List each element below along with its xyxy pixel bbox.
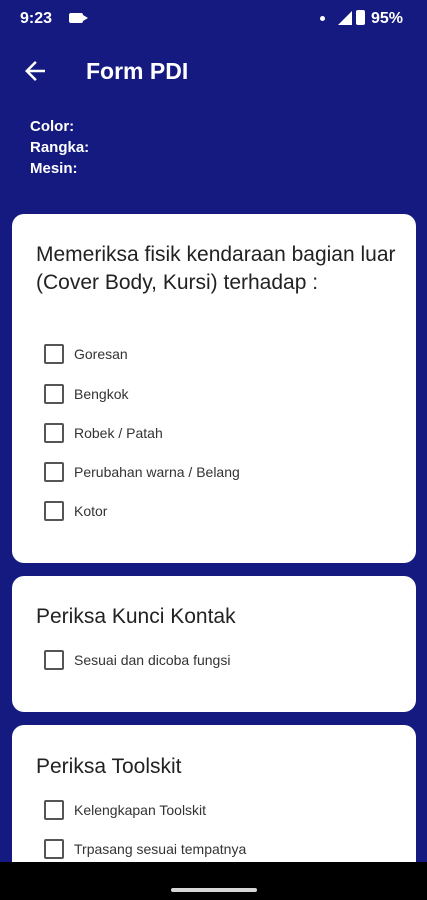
rangka-label: Rangka:: [30, 139, 90, 156]
checkbox-row[interactable]: Robek / Patah: [44, 421, 163, 445]
checkbox-label: Perubahan warna / Belang: [74, 464, 240, 480]
checkbox[interactable]: [44, 384, 64, 404]
battery-icon: [356, 10, 365, 25]
section-card-toolkit: Periksa Toolskit Kelengkapan Toolskit Tr…: [12, 725, 416, 862]
checkbox[interactable]: [44, 344, 64, 364]
checkbox-label: Robek / Patah: [74, 425, 163, 441]
checkbox-label: Sesuai dan dicoba fungsi: [74, 652, 231, 668]
video-camera-icon: [69, 13, 88, 23]
app-bar: Form PDI: [0, 38, 427, 106]
checkbox-row[interactable]: Bengkok: [44, 382, 128, 406]
section-title: Periksa Kunci Kontak: [36, 605, 236, 628]
checkbox-label: Kotor: [74, 503, 108, 519]
color-label: Color:: [30, 118, 75, 135]
checkbox-row[interactable]: Perubahan warna / Belang: [44, 460, 240, 484]
checkbox[interactable]: [44, 501, 64, 521]
arrow-left-icon: [25, 61, 45, 81]
checkbox-label: Goresan: [74, 346, 128, 362]
checkbox-label: Trpasang sesuai tempatnya: [74, 841, 247, 857]
checkbox[interactable]: [44, 800, 64, 820]
checkbox[interactable]: [44, 839, 64, 859]
section-title: Periksa Toolskit: [36, 755, 182, 778]
checkbox-label: Bengkok: [74, 386, 129, 402]
cellular-signal-icon: [338, 11, 352, 25]
page-title: Form PDI: [86, 58, 189, 84]
back-button[interactable]: [20, 56, 50, 86]
section-card-ignition-key: Periksa Kunci Kontak Sesuai dan dicoba f…: [12, 576, 416, 712]
checkbox-row[interactable]: Sesuai dan dicoba fungsi: [44, 648, 230, 672]
checkbox[interactable]: [44, 650, 64, 670]
battery-percent: 95%: [371, 10, 404, 27]
checkbox-row[interactable]: Kotor: [44, 499, 107, 523]
home-gesture-handle[interactable]: [171, 888, 257, 892]
checkbox-row[interactable]: Trpasang sesuai tempatnya: [44, 837, 246, 861]
status-time: 9:23: [20, 10, 53, 27]
vehicle-info: Color: Rangka: Mesin:: [30, 116, 89, 179]
checkbox-label: Kelengkapan Toolskit: [74, 802, 207, 818]
checkbox-row[interactable]: Kelengkapan Toolskit: [44, 798, 206, 822]
section-card-exterior: Memeriksa fisik kendaraan bagian luar (C…: [12, 214, 416, 563]
section-title: Memeriksa fisik kendaraan bagian luar (C…: [36, 243, 396, 294]
status-bar: 9:23 95%: [0, 0, 427, 38]
checkbox[interactable]: [44, 423, 64, 443]
mesin-label: Mesin:: [30, 160, 78, 177]
system-nav-bar: [0, 862, 427, 900]
checkbox-row[interactable]: Goresan: [44, 342, 128, 366]
notification-dot-icon: [320, 16, 325, 21]
checkbox[interactable]: [44, 462, 64, 482]
